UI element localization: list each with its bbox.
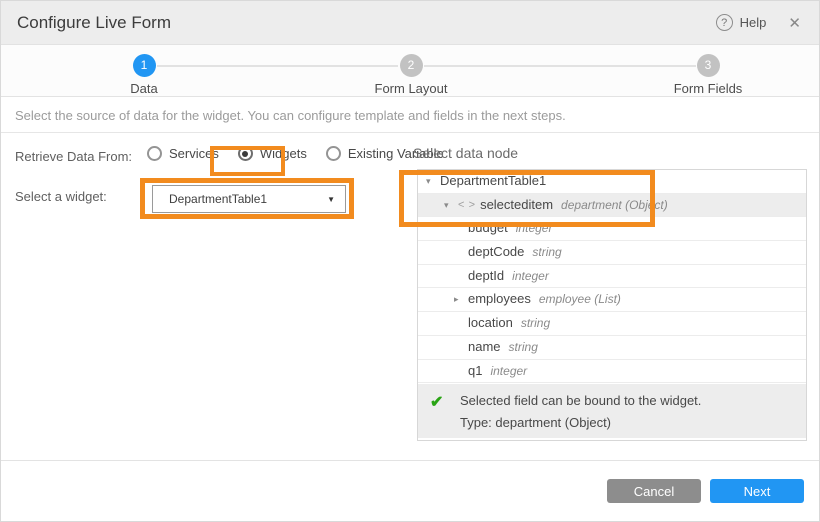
node-type: string: [532, 241, 561, 264]
step-wizard: 1 Data 2 Form Layout 3 Form Fields: [1, 45, 819, 97]
retrieve-data-from-label: Retrieve Data From:: [15, 149, 132, 164]
step-connector-line: [424, 65, 696, 67]
node-type: integer: [512, 265, 549, 288]
radio-label: Widgets: [260, 146, 307, 161]
dialog-content: Retrieve Data From: ServicesWidgetsExist…: [1, 133, 819, 461]
caret-down-icon[interactable]: ▾: [426, 170, 440, 193]
step-connector-line: [157, 65, 398, 67]
dialog-title: Configure Live Form: [1, 13, 716, 33]
binding-status-text: Selected field can be bound to the widge…: [460, 384, 701, 438]
tree-node-departmenttable1[interactable]: ▾DepartmentTable1: [418, 170, 806, 194]
step-number-badge: 1: [133, 54, 156, 77]
wizard-step-data[interactable]: 1 Data: [99, 54, 189, 96]
radio-services[interactable]: Services: [147, 146, 219, 161]
node-type: string: [521, 312, 550, 335]
step-number-badge: 2: [400, 54, 423, 77]
dialog-titlebar: Configure Live Form ? Help ✕: [1, 1, 819, 45]
retrieve-data-radio-group: ServicesWidgetsExisting Variable: [147, 146, 444, 161]
dialog-footer: Cancel Next: [1, 461, 819, 521]
close-icon[interactable]: ✕: [788, 14, 801, 32]
green-checkmark-icon: ✔: [418, 384, 460, 438]
widget-select-value: DepartmentTable1: [169, 192, 327, 206]
help-link[interactable]: Help: [740, 15, 767, 30]
node-type: integer: [516, 217, 553, 240]
wizard-step-form-fields[interactable]: 3 Form Fields: [663, 54, 753, 96]
tree-node-employees[interactable]: ▸employees employee (List): [418, 288, 806, 312]
node-name: selecteditem: [480, 194, 553, 217]
node-name: employees: [468, 288, 531, 311]
tree-node-location[interactable]: location string: [418, 312, 806, 336]
step-label: Form Fields: [663, 81, 753, 96]
step-number-badge: 3: [697, 54, 720, 77]
configure-live-form-dialog: Configure Live Form ? Help ✕ 1 Data 2 Form …: [0, 0, 820, 522]
titlebar-actions: ? Help ✕: [716, 14, 819, 32]
next-button[interactable]: Next: [710, 479, 804, 503]
node-name: deptId: [468, 265, 504, 288]
tree-node-selecteditem[interactable]: ▾< >selecteditem department (Object): [418, 194, 806, 218]
tree-node-budget[interactable]: budget integer: [418, 217, 806, 241]
node-name: q1: [468, 360, 482, 383]
binding-status-line2: Type: department (Object): [460, 412, 701, 434]
wizard-step-description: Select the source of data for the widget…: [1, 97, 819, 133]
binding-status-line1: Selected field can be bound to the widge…: [460, 390, 701, 412]
tree-node-name[interactable]: name string: [418, 336, 806, 360]
node-type: integer: [490, 360, 527, 383]
cancel-button[interactable]: Cancel: [607, 479, 701, 503]
tree-node-q1[interactable]: q1 integer: [418, 360, 806, 384]
tree-node-deptid[interactable]: deptId integer: [418, 265, 806, 289]
help-icon[interactable]: ?: [716, 14, 733, 31]
node-type: department (Object): [561, 194, 668, 217]
binding-status-box: ✔ Selected field can be bound to the wid…: [418, 384, 806, 438]
caret-down-icon[interactable]: ▾: [444, 194, 458, 217]
radio-widgets[interactable]: Widgets: [238, 146, 307, 161]
wizard-step-form-layout[interactable]: 2 Form Layout: [366, 54, 456, 96]
radio-unselected-icon: [326, 146, 341, 161]
widget-select[interactable]: DepartmentTable1 ▼: [152, 185, 346, 213]
tree-node-deptcode[interactable]: deptCode string: [418, 241, 806, 265]
select-data-node-label: Select data node: [413, 145, 518, 161]
node-name: deptCode: [468, 241, 524, 264]
code-brackets-icon: < >: [458, 194, 476, 217]
step-label: Form Layout: [366, 81, 456, 96]
node-name: name: [468, 336, 501, 359]
node-type: string: [509, 336, 538, 359]
node-name: location: [468, 312, 513, 335]
radio-unselected-icon: [147, 146, 162, 161]
radio-label: Services: [169, 146, 219, 161]
data-node-tree-panel: ▾DepartmentTable1▾< >selecteditemdepartm…: [417, 169, 807, 441]
dropdown-caret-icon: ▼: [327, 195, 335, 204]
radio-selected-icon: [238, 146, 253, 161]
node-type: employee (List): [539, 288, 621, 311]
select-widget-label: Select a widget:: [15, 189, 107, 204]
node-name: DepartmentTable1: [440, 170, 546, 193]
caret-right-icon[interactable]: ▸: [454, 288, 468, 311]
node-name: budget: [468, 217, 508, 240]
step-label: Data: [99, 81, 189, 96]
